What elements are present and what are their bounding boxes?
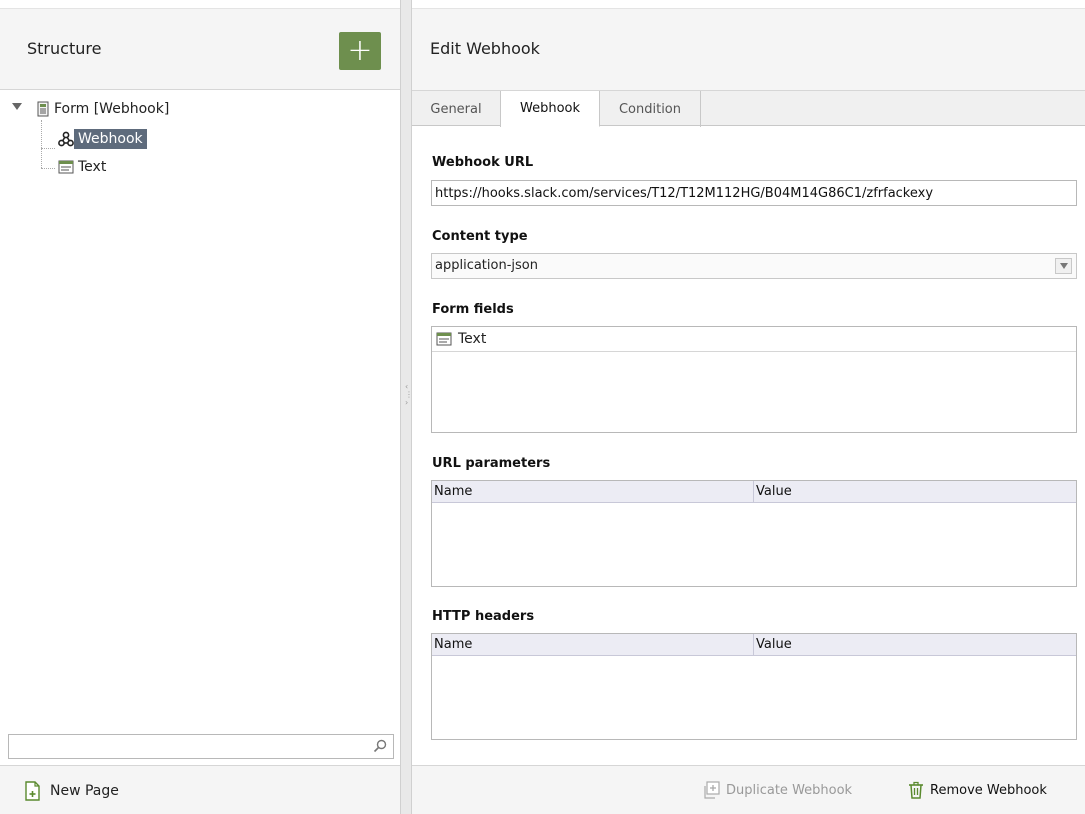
- chevron-down-icon[interactable]: [1055, 258, 1072, 274]
- url-parameters-label: URL parameters: [432, 456, 551, 471]
- column-header-name[interactable]: Name: [432, 481, 754, 502]
- structure-footer: New Page: [0, 765, 400, 814]
- tree-item-label: Form [Webhook]: [54, 101, 170, 117]
- content-type-select[interactable]: application-json: [431, 253, 1077, 279]
- text-field-icon: [436, 332, 452, 346]
- duplicate-webhook-label: Duplicate Webhook: [726, 782, 853, 798]
- column-header-value[interactable]: Value: [754, 634, 794, 655]
- structure-title: Structure: [27, 39, 102, 58]
- editor-panel: Edit Webhook General Webhook Condition W…: [412, 0, 1085, 814]
- duplicate-icon: [704, 781, 720, 799]
- trash-icon: [909, 781, 923, 799]
- text-field-icon: [58, 160, 74, 174]
- editor-footer: Duplicate Webhook Remove Webhook: [412, 765, 1085, 814]
- remove-webhook-label: Remove Webhook: [930, 782, 1047, 798]
- url-parameters-table[interactable]: Name Value: [431, 480, 1077, 587]
- column-header-name[interactable]: Name: [432, 634, 754, 655]
- tree-item-label: Webhook: [74, 129, 147, 149]
- table-header: Name Value: [432, 481, 1076, 503]
- structure-panel: Structure + Form [Webhook] Webhook Text …: [0, 0, 400, 814]
- webhook-icon: [58, 131, 74, 147]
- tab-condition[interactable]: Condition: [600, 91, 701, 127]
- tree-item-webhook[interactable]: Webhook: [58, 128, 147, 150]
- column-header-value[interactable]: Value: [754, 481, 794, 502]
- editor-tabs: General Webhook Condition: [412, 90, 1085, 127]
- new-page-button[interactable]: New Page: [24, 781, 119, 801]
- remove-webhook-button[interactable]: Remove Webhook: [908, 781, 1047, 799]
- form-fields-list[interactable]: Text: [431, 326, 1077, 433]
- http-headers-table[interactable]: Name Value: [431, 633, 1077, 740]
- search-icon[interactable]: [373, 739, 387, 753]
- tab-webhook[interactable]: Webhook: [501, 91, 600, 127]
- webhook-url-input[interactable]: [432, 181, 1076, 205]
- http-headers-label: HTTP headers: [432, 609, 535, 624]
- tab-general[interactable]: General: [412, 91, 501, 127]
- list-item[interactable]: Text: [432, 327, 1076, 352]
- content-type-value: application-json: [435, 258, 538, 273]
- structure-search[interactable]: [8, 734, 394, 759]
- form-fields-label: Form fields: [432, 302, 514, 317]
- editor-header: Edit Webhook: [412, 8, 1085, 90]
- duplicate-webhook-button[interactable]: Duplicate Webhook: [702, 781, 852, 799]
- tree-item-form[interactable]: Form [Webhook]: [36, 98, 173, 120]
- search-input[interactable]: [13, 735, 353, 757]
- tree-item-label: Text: [78, 159, 107, 175]
- new-page-label: New Page: [50, 783, 119, 799]
- tree-connector: [41, 120, 42, 168]
- tree-connector: [41, 168, 55, 169]
- editor-title: Edit Webhook: [430, 39, 540, 58]
- webhook-url-field[interactable]: [431, 180, 1077, 206]
- tree-connector: [41, 148, 55, 149]
- list-item-label: Text: [458, 331, 487, 347]
- webhook-url-label: Webhook URL: [432, 155, 534, 170]
- form-icon: [37, 101, 49, 117]
- tree-item-text[interactable]: Text: [58, 156, 110, 178]
- new-page-icon: [25, 781, 40, 801]
- table-header: Name Value: [432, 634, 1076, 656]
- add-element-button[interactable]: +: [339, 32, 381, 70]
- tree-expand-icon[interactable]: [12, 103, 22, 110]
- structure-header: Structure +: [0, 8, 400, 90]
- content-type-label: Content type: [432, 229, 528, 244]
- panel-splitter[interactable]: ‹ ⋮ ›: [400, 0, 413, 814]
